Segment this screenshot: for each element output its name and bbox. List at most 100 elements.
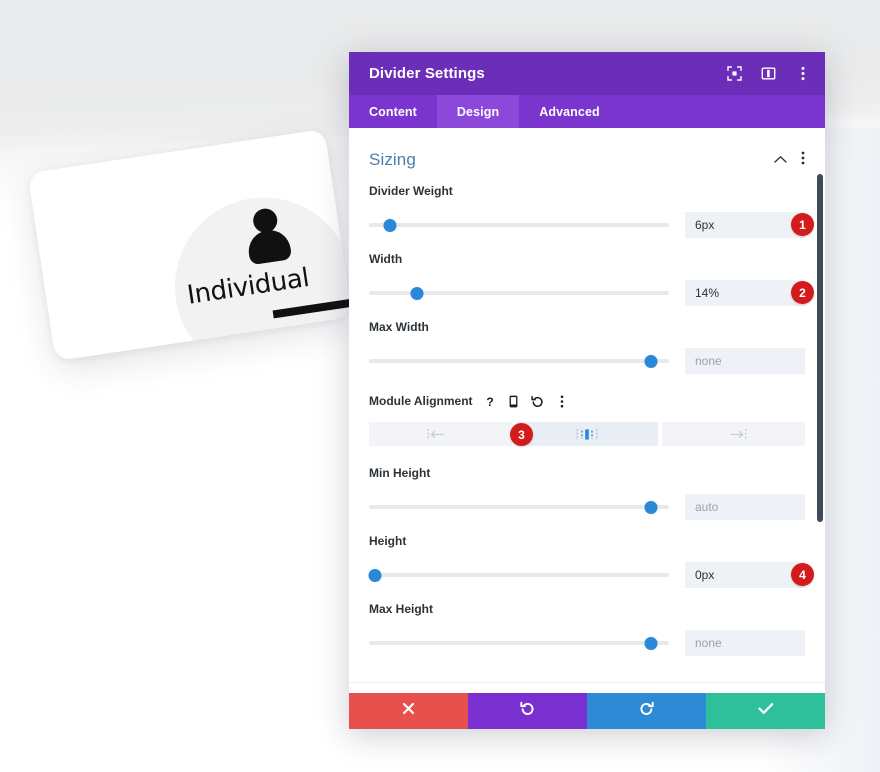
field-label-text: Height: [369, 534, 407, 548]
section-spacing[interactable]: Spacing: [349, 682, 825, 693]
align-right-button[interactable]: [662, 422, 806, 446]
slider-track: [369, 641, 669, 645]
check-icon: [757, 702, 774, 720]
value-text: auto: [695, 500, 719, 514]
save-button[interactable]: [706, 693, 825, 729]
tab-content[interactable]: Content: [349, 95, 437, 128]
undo-icon: [520, 701, 535, 721]
callout-badge-1: 1: [791, 213, 814, 236]
field-module-alignment: Module Alignment ? 3: [349, 374, 825, 446]
person-icon: [241, 205, 294, 266]
modal-header: Divider Settings: [349, 52, 825, 95]
screen: Individual Divider Settings Content Desi…: [0, 0, 880, 772]
max-width-slider[interactable]: [369, 353, 669, 369]
redo-button[interactable]: [587, 693, 706, 729]
control-row: none: [369, 348, 805, 374]
width-slider[interactable]: [369, 285, 669, 301]
field-label: Min Height: [369, 466, 805, 480]
sizing-section-title: Sizing: [369, 150, 416, 169]
more-vertical-icon[interactable]: [794, 65, 811, 82]
value-text: none: [695, 354, 722, 368]
svg-text:?: ?: [486, 395, 493, 408]
slider-track: [369, 359, 669, 363]
chevron-up-icon[interactable]: [774, 151, 787, 169]
field-label: Max Width: [369, 320, 805, 334]
field-width: Width 14% 2: [349, 238, 825, 306]
field-label: Max Height: [369, 602, 805, 616]
field-label-text: Divider Weight: [369, 184, 453, 198]
field-label-text: Min Height: [369, 466, 431, 480]
callout-badge-4: 4: [791, 563, 814, 586]
help-icon[interactable]: ?: [483, 394, 497, 408]
height-input[interactable]: 0px 4: [685, 562, 814, 588]
field-label: Divider Weight: [369, 184, 805, 198]
modal-tabs: Content Design Advanced: [349, 95, 825, 128]
modal-header-actions: [726, 65, 811, 82]
more-vertical-icon[interactable]: [555, 394, 569, 408]
control-row: 0px 4: [368, 562, 814, 588]
field-max-height: Max Height none: [349, 588, 825, 656]
person-icon-body: [245, 227, 293, 266]
slider-track: [369, 573, 669, 577]
slider-thumb[interactable]: [644, 500, 658, 514]
sizing-section-header[interactable]: Sizing: [349, 128, 825, 170]
control-row: none: [369, 630, 805, 656]
slider-track: [369, 505, 669, 509]
max-width-input[interactable]: none: [685, 348, 805, 374]
modal-action-bar: [349, 693, 825, 729]
control-row: 6px 1: [369, 212, 814, 238]
align-center-button[interactable]: [515, 422, 659, 446]
height-slider[interactable]: [368, 567, 669, 583]
expand-icon[interactable]: [726, 65, 743, 82]
callout-badge-2: 2: [791, 281, 814, 304]
module-alignment-options: [369, 422, 806, 446]
callout-badge-3: 3: [510, 423, 533, 446]
divider-weight-input[interactable]: 6px 1: [685, 212, 814, 238]
width-input[interactable]: 14% 2: [685, 280, 814, 306]
max-height-slider[interactable]: [369, 635, 669, 651]
cancel-button[interactable]: [349, 693, 468, 729]
close-icon: [402, 702, 415, 720]
modal-body: Sizing Divider Weight 6px 1 Width 14% 2 …: [349, 128, 825, 693]
slider-track: [369, 223, 669, 227]
field-label: Module Alignment ?: [369, 394, 805, 408]
redo-icon: [639, 701, 654, 721]
field-label-text: Width: [369, 252, 403, 266]
value-text: 14%: [695, 286, 720, 300]
field-label: Height: [369, 534, 805, 548]
field-max-width: Max Width none: [349, 306, 825, 374]
field-label: Width: [369, 252, 805, 266]
mobile-device-icon[interactable]: [507, 394, 521, 408]
divider-weight-slider[interactable]: [369, 217, 669, 233]
divider-settings-modal: Divider Settings Content Design Advanced…: [349, 52, 825, 729]
settings-scroll-area: Sizing Divider Weight 6px 1 Width 14% 2 …: [349, 128, 825, 693]
field-label-text: Max Height: [369, 602, 434, 616]
slider-thumb[interactable]: [410, 286, 424, 300]
field-min-height: Min Height auto: [349, 446, 825, 520]
slider-thumb[interactable]: [383, 218, 397, 232]
tab-advanced[interactable]: Advanced: [519, 95, 620, 128]
sizing-section-actions: [774, 151, 805, 170]
field-label-text: Max Width: [369, 320, 429, 334]
slider-thumb[interactable]: [644, 636, 658, 650]
max-height-input[interactable]: none: [685, 630, 805, 656]
undo-button[interactable]: [468, 693, 587, 729]
value-text: 6px: [695, 218, 715, 232]
alignment-helper-icons: ?: [483, 394, 569, 408]
control-row: 14% 2: [369, 280, 814, 306]
min-height-slider[interactable]: [369, 499, 669, 515]
slider-thumb[interactable]: [644, 354, 658, 368]
min-height-input[interactable]: auto: [685, 494, 805, 520]
modal-title: Divider Settings: [369, 65, 485, 82]
control-row: auto: [369, 494, 805, 520]
align-left-button[interactable]: [369, 422, 512, 446]
reset-icon[interactable]: [531, 394, 545, 408]
tab-design[interactable]: Design: [436, 95, 520, 128]
field-height: Height 0px 4: [349, 520, 825, 588]
slider-thumb[interactable]: [368, 568, 382, 582]
more-vertical-icon[interactable]: [801, 151, 805, 170]
value-text: none: [695, 636, 722, 650]
dock-panel-icon[interactable]: [760, 65, 777, 82]
value-text: 0px: [695, 568, 715, 582]
